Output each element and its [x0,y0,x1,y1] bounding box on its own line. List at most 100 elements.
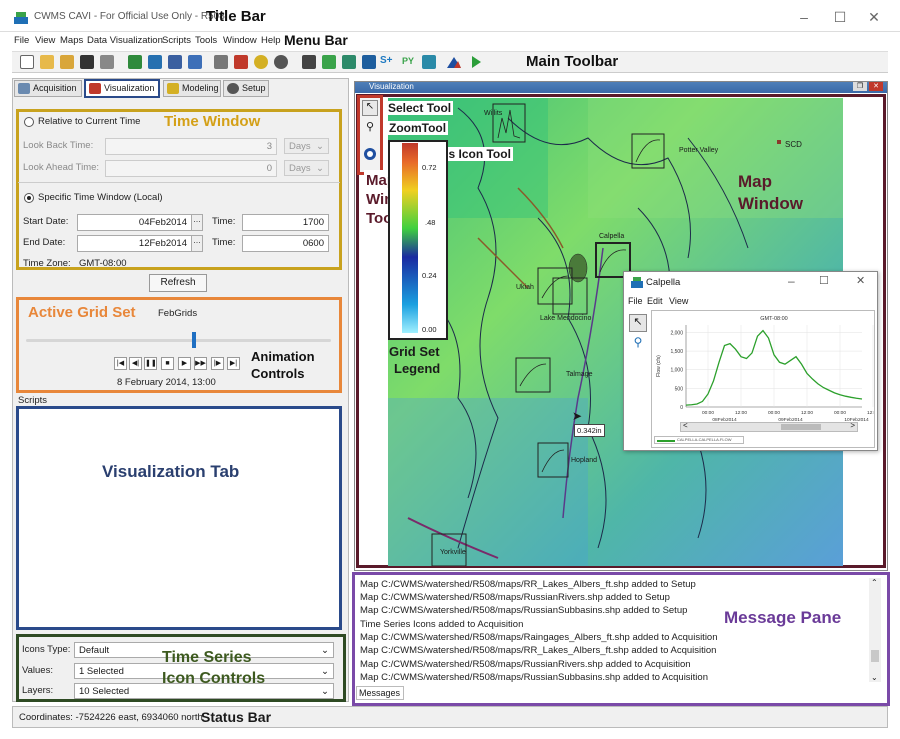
window-icon[interactable] [168,55,182,69]
table-icon[interactable] [302,55,316,69]
y-tick-label: 2,000 [670,330,683,336]
close-button[interactable]: ✕ [860,8,888,26]
windows-icon[interactable] [188,55,202,69]
scripts-list[interactable] [16,406,342,630]
chart-icon[interactable] [234,55,248,69]
tab-visualization[interactable]: Visualization [84,79,160,98]
scroll-thumb[interactable] [871,650,879,662]
image-icon[interactable] [322,55,336,69]
start-time-input[interactable]: 1700 [242,214,329,231]
print-icon[interactable] [100,55,114,69]
select-tool-icon[interactable]: ↖ [362,100,378,116]
menu-data-visualization[interactable]: Data Visualization [87,35,163,46]
place-yorkville: Yorkville [440,549,466,556]
last-frame-button[interactable]: ▶| [227,357,240,370]
relative-time-radio[interactable] [24,117,34,127]
look-ahead-input[interactable]: 0 [105,160,277,177]
look-back-label: Look Back Time: [23,140,94,151]
menu-help[interactable]: Help [261,35,281,46]
main-toolbar: S+ PY Main Toolbar [12,51,888,73]
minimize-button[interactable]: – [790,8,818,26]
map-close-button[interactable]: ✕ [869,82,883,91]
fast-forward-button[interactable]: ▶▶ [194,357,207,370]
script-s-icon[interactable]: S+ [380,55,393,66]
popup-menu-edit[interactable]: Edit [647,296,663,306]
menu-scripts[interactable]: Scripts [162,35,191,46]
step-back-button[interactable]: ◀| [129,357,142,370]
layers-value: 10 Selected [79,686,130,697]
tab-modeling[interactable]: Modeling [163,80,221,97]
gear-icon[interactable] [274,55,288,69]
layers-icon[interactable] [362,55,376,69]
tab-setup[interactable]: Setup [223,80,269,97]
scroll-up-icon[interactable]: ⌃ [871,578,878,587]
tab-acquisition[interactable]: Acquisition [14,80,82,97]
play-button[interactable]: ▶ [178,357,191,370]
end-time-input[interactable]: 0600 [242,235,329,252]
new-icon[interactable] [20,55,34,69]
start-date-input[interactable]: 04Feb2014 [77,214,192,231]
time-series-icon-tool-icon[interactable] [362,146,378,162]
step-forward-button[interactable]: |▶ [211,357,224,370]
specific-time-label: Specific Time Window (Local) [38,192,163,203]
scroll-right-icon[interactable]: > [850,421,855,430]
refresh-button[interactable]: Refresh [149,274,207,292]
time-slider-track[interactable] [26,339,331,342]
menu-file[interactable]: File [14,35,29,46]
menu-view[interactable]: View [35,35,55,46]
scroll-thumb[interactable] [781,424,821,430]
tools-icon[interactable] [214,55,228,69]
title-bar: CWMS CAVI - For Official Use Only - R508… [0,0,900,32]
stop-button[interactable]: ■ [161,357,174,370]
message-scrollbar[interactable]: ⌃ ⌄ [869,578,881,682]
map-restore-button[interactable]: ❐ [853,82,867,91]
python-icon[interactable]: PY [402,56,414,66]
menu-tools[interactable]: Tools [195,35,217,46]
time-slider-thumb[interactable] [191,332,196,348]
gear-sun-icon[interactable] [254,55,268,69]
look-back-unit-select[interactable]: Days ⌄ [284,138,329,154]
end-date-input[interactable]: 12Feb2014 [77,235,192,252]
message-line: Map C:/CWMS/watershed/R508/maps/RR_Lakes… [360,645,717,656]
specific-time-radio[interactable] [24,193,34,203]
run-icon[interactable] [470,55,482,72]
tab-messages[interactable]: Messages [356,686,404,700]
values-value: 1 Selected [79,666,124,677]
legend-color-ramp [402,143,418,333]
map-window-annotation-2: Window [738,194,803,213]
scroll-left-icon[interactable]: < [683,421,688,430]
popup-menu-view[interactable]: View [669,296,688,306]
menu-window[interactable]: Window [223,35,257,46]
layers-label: Layers: [22,685,54,696]
database-icon[interactable] [422,55,436,69]
y-tick-label: 1,500 [670,349,683,355]
end-date-picker-button[interactable]: … [191,235,203,252]
zoom-tool-icon[interactable]: ⚲ [362,120,378,136]
start-date-picker-button[interactable]: … [191,214,203,231]
popup-minimize-button[interactable]: – [788,274,795,288]
triangle-chart-icon[interactable] [446,55,462,72]
popup-select-tool-icon[interactable]: ↖ [629,314,647,332]
open-icon[interactable] [40,55,54,69]
grid-icon[interactable] [128,55,142,69]
popup-close-button[interactable]: ✕ [856,274,865,287]
maximize-button[interactable]: ☐ [826,8,854,26]
popup-menu-file[interactable]: File [628,296,643,306]
look-ahead-unit-select[interactable]: Days ⌄ [284,160,329,176]
pause-button[interactable]: ❚❚ [144,357,157,370]
scroll-down-icon[interactable]: ⌄ [871,673,878,682]
look-back-input[interactable]: 3 [105,138,277,155]
menu-bar-annotation: Menu Bar [284,32,348,48]
place-scd: SCD [785,140,802,149]
first-frame-button[interactable]: |◀ [114,357,127,370]
menu-maps[interactable]: Maps [60,35,83,46]
map-icon[interactable] [342,55,356,69]
popup-scrollbar[interactable]: < > [680,421,858,432]
popup-maximize-button[interactable]: ☐ [819,274,829,287]
popup-zoom-tool-icon[interactable]: ⚲ [629,335,647,353]
refresh-icon[interactable] [148,55,162,69]
open-folder-icon[interactable] [60,55,74,69]
y-tick-label: 1,000 [670,368,683,374]
save-icon[interactable] [80,55,94,69]
place-potter-valley: Potter Valley [679,147,719,154]
